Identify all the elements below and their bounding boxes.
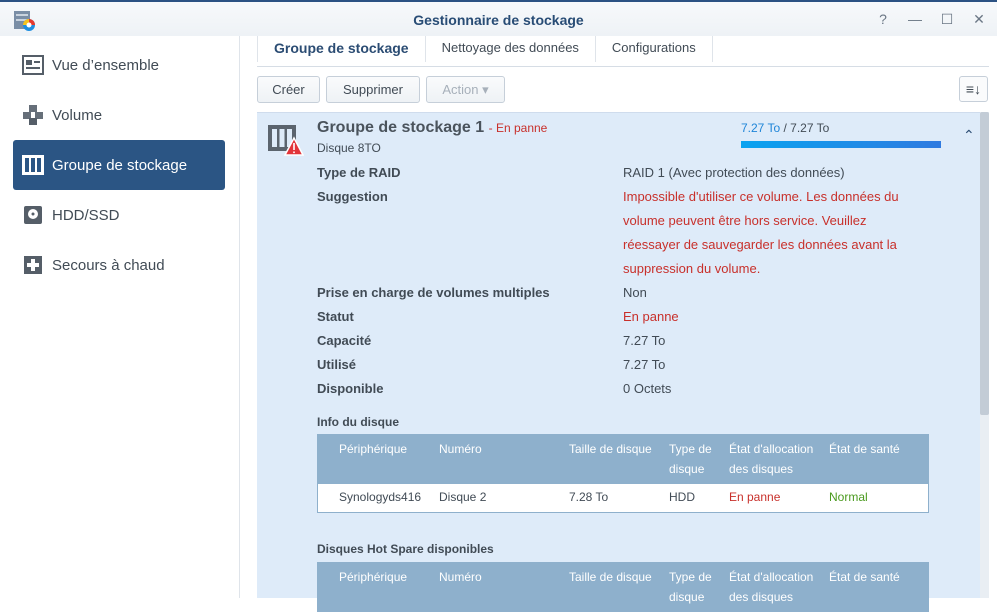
sidebar-item-hdd-ssd[interactable]: HDD/SSD xyxy=(13,190,225,240)
tab-bar: Groupe de stockage Nettoyage des données… xyxy=(257,36,989,67)
column-header[interactable]: Type de disque xyxy=(669,567,724,607)
scrollbar[interactable] xyxy=(980,112,989,598)
cell-size: 7.28 To xyxy=(569,490,609,504)
sidebar-item-label: Vue d’ensemble xyxy=(52,56,160,74)
cell-allocation-status: En panne xyxy=(729,490,781,504)
detail-label: Utilisé xyxy=(317,357,357,372)
column-header[interactable]: État d'allocation des disques xyxy=(729,567,829,607)
column-header[interactable]: État d'allocation des disques xyxy=(729,439,829,479)
cell-health-status: Normal xyxy=(829,490,868,504)
table-row[interactable]: Synologyds416 Disque 2 7.28 To HDD En pa… xyxy=(318,484,928,512)
sidebar-item-label: Secours à chaud xyxy=(52,256,165,274)
detail-value: 7.27 To xyxy=(623,357,666,372)
disk-info-title: Info du disque xyxy=(317,415,399,429)
cell-type: HDD xyxy=(669,490,695,504)
sidebar-item-hot-spare[interactable]: Secours à chaud xyxy=(13,240,225,290)
detail-value: En panne xyxy=(623,309,679,324)
overview-icon xyxy=(22,54,44,76)
detail-label: Disponible xyxy=(317,381,384,396)
pool-total: / 7.27 To xyxy=(780,121,830,135)
detail-value: RAID 1 (Avec protection des données) xyxy=(623,165,845,180)
collapse-chevron-icon[interactable]: ⌃ xyxy=(963,127,975,144)
window-title: Gestionnaire de stockage xyxy=(413,12,584,28)
sort-button[interactable]: ≡↓ xyxy=(959,76,988,102)
sidebar-item-label: HDD/SSD xyxy=(52,206,120,224)
table-header: Périphérique Numéro Taille de disque Typ… xyxy=(318,563,928,612)
help-button[interactable]: ? xyxy=(875,11,891,28)
sidebar: Vue d’ensemble Volume Groupe de stockage… xyxy=(0,36,240,598)
tab-data-scrubbing[interactable]: Nettoyage des données xyxy=(426,36,596,62)
pool-used: 7.27 To xyxy=(741,121,781,135)
detail-label: Suggestion xyxy=(317,189,388,204)
column-header[interactable]: État de santé xyxy=(829,567,900,587)
column-header[interactable]: Type de disque xyxy=(669,439,724,479)
cell-device: Synologyds416 xyxy=(339,490,422,504)
usage-bar-fill xyxy=(741,141,941,148)
sidebar-item-storage-pool[interactable]: Groupe de stockage xyxy=(13,140,225,190)
column-header[interactable]: Taille de disque xyxy=(569,439,652,459)
hot-spare-title: Disques Hot Spare disponibles xyxy=(317,542,494,556)
delete-button[interactable]: Supprimer xyxy=(326,76,420,103)
column-header[interactable]: Numéro xyxy=(439,439,482,459)
action-dropdown[interactable]: Action ▾ xyxy=(426,76,505,103)
pool-status: - En panne xyxy=(488,121,548,135)
detail-value: Impossible d'utiliser ce volume. Les don… xyxy=(623,189,899,276)
storage-pool-warning-icon xyxy=(268,125,304,156)
column-header[interactable]: Numéro xyxy=(439,567,482,587)
column-header[interactable]: État de santé xyxy=(829,439,900,459)
tab-configurations[interactable]: Configurations xyxy=(596,36,713,62)
tab-storage-pool[interactable]: Groupe de stockage xyxy=(257,36,426,62)
usage-bar xyxy=(741,141,941,148)
hdd-icon xyxy=(22,204,44,226)
storage-pool-icon xyxy=(22,154,44,176)
pool-subtitle: Disque 8TO xyxy=(317,141,381,155)
detail-label: Type de RAID xyxy=(317,165,401,180)
detail-label: Capacité xyxy=(317,333,372,348)
column-header[interactable]: Périphérique xyxy=(339,567,407,587)
disk-info-table: Périphérique Numéro Taille de disque Typ… xyxy=(317,434,929,513)
detail-value: 7.27 To xyxy=(623,333,666,348)
sidebar-item-overview[interactable]: Vue d’ensemble xyxy=(13,40,225,90)
column-header[interactable]: Taille de disque xyxy=(569,567,652,587)
detail-value: 0 Octets xyxy=(623,381,672,396)
title-bar: Gestionnaire de stockage ? — ☐ ✕ xyxy=(0,0,997,36)
scrollbar-thumb[interactable] xyxy=(980,112,989,415)
cell-number: Disque 2 xyxy=(439,490,487,504)
volume-cubes-icon xyxy=(22,104,44,126)
storage-pool-panel: Groupe de stockage 1 - En panne Disque 8… xyxy=(257,112,980,612)
close-button[interactable]: ✕ xyxy=(971,11,987,28)
detail-value: Non xyxy=(623,285,647,300)
pool-name: Groupe de stockage 1 xyxy=(317,119,485,136)
hot-spare-icon xyxy=(22,254,44,276)
create-button[interactable]: Créer xyxy=(257,76,320,103)
detail-label: Prise en charge de volumes multiples xyxy=(317,285,550,300)
sidebar-item-label: Groupe de stockage xyxy=(52,156,188,174)
minimize-button[interactable]: — xyxy=(907,11,923,28)
table-header: Périphérique Numéro Taille de disque Typ… xyxy=(318,435,928,484)
detail-label: Statut xyxy=(317,309,354,324)
sidebar-item-volume[interactable]: Volume xyxy=(13,90,225,140)
hot-spare-table: Périphérique Numéro Taille de disque Typ… xyxy=(317,562,929,612)
column-header[interactable]: Périphérique xyxy=(339,439,407,459)
maximize-button[interactable]: ☐ xyxy=(939,11,955,28)
sidebar-item-label: Volume xyxy=(52,106,103,124)
